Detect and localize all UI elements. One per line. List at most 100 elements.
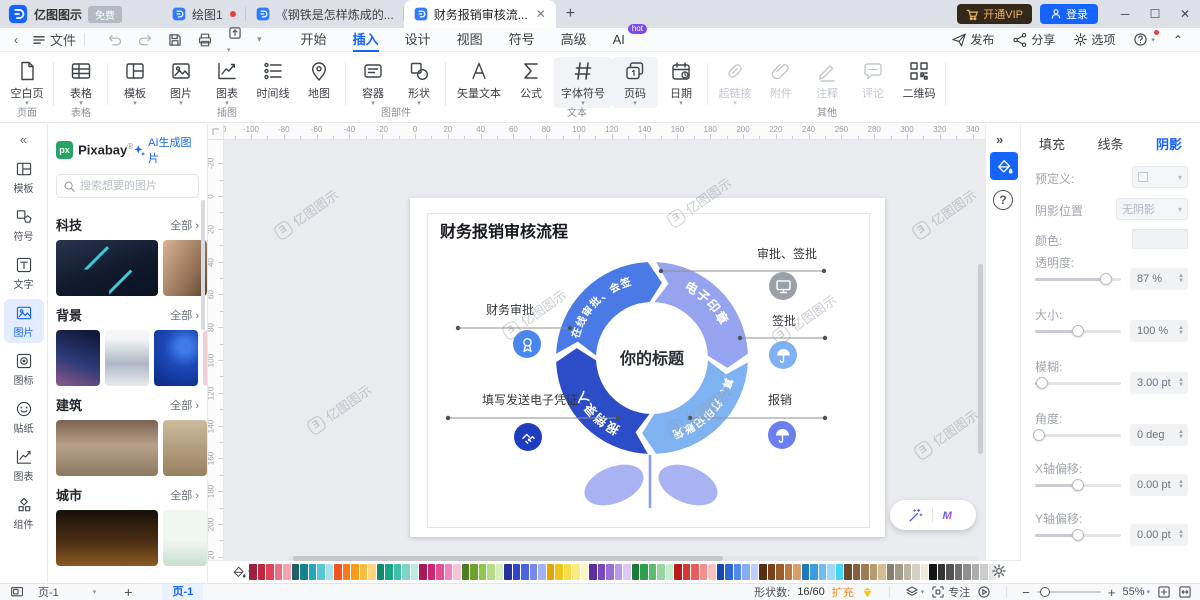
color-swatch[interactable] — [360, 564, 368, 580]
zoom-level-dropdown[interactable]: 55%▾ — [1122, 586, 1150, 598]
export-button[interactable]: ▾ — [227, 25, 243, 55]
slider-track[interactable] — [1035, 278, 1121, 281]
image-thumbnail[interactable] — [203, 330, 207, 386]
slider-knob[interactable] — [1072, 479, 1084, 491]
color-swatch[interactable] — [615, 564, 623, 580]
color-swatch[interactable] — [504, 564, 512, 580]
image-thumbnail[interactable] — [56, 330, 100, 386]
color-swatch[interactable] — [606, 564, 614, 580]
color-swatch[interactable] — [921, 564, 929, 580]
page-tab[interactable]: 页-1 — [162, 584, 203, 600]
color-swatch[interactable] — [742, 564, 750, 580]
callout-label[interactable]: 填写发送电子凭证 — [482, 391, 578, 408]
help-button[interactable]: ▾ — [1126, 32, 1162, 47]
color-swatch[interactable] — [683, 564, 691, 580]
color-swatch[interactable] — [870, 564, 878, 580]
ribbon-button-字体符号[interactable]: 字体符号▾ — [554, 57, 612, 108]
section-more-link[interactable]: 全部 › — [170, 307, 199, 323]
color-swatch[interactable] — [368, 564, 376, 580]
collapse-panel-icon[interactable]: » — [996, 132, 1003, 147]
section-more-link[interactable]: 全部 › — [170, 487, 199, 503]
menu-tab-设计[interactable]: 设计 — [392, 28, 444, 52]
ribbon-button-图片[interactable]: 图片▾ — [158, 57, 204, 108]
vip-button[interactable]: 开通VIP — [957, 4, 1032, 24]
back-icon[interactable]: ‹ — [14, 33, 18, 47]
login-button[interactable]: 登录 — [1040, 4, 1098, 24]
value-box[interactable]: 3.00 pt▲▼ — [1130, 372, 1188, 394]
color-swatch[interactable] — [292, 564, 300, 580]
color-swatch[interactable] — [674, 564, 682, 580]
color-swatch[interactable] — [513, 564, 521, 580]
image-thumbnail[interactable] — [163, 420, 207, 476]
color-swatch[interactable] — [963, 564, 971, 580]
palette-settings-gear-icon[interactable] — [991, 563, 1007, 579]
new-tab-button[interactable]: + — [566, 5, 575, 23]
zoom-out-button[interactable]: − — [1022, 585, 1030, 600]
color-swatch[interactable] — [521, 564, 529, 580]
color-swatch[interactable] — [708, 564, 716, 580]
ribbon-button-模板[interactable]: 模板▾ — [112, 57, 158, 108]
color-swatch[interactable] — [598, 564, 606, 580]
color-swatch[interactable] — [589, 564, 597, 580]
color-swatch[interactable] — [377, 564, 385, 580]
slider-knob[interactable] — [1036, 377, 1048, 389]
section-more-link[interactable]: 全部 › — [170, 397, 199, 413]
color-swatch[interactable] — [938, 564, 946, 580]
color-swatch[interactable] — [691, 564, 699, 580]
slider-track[interactable] — [1035, 534, 1121, 537]
menu-tab-高级[interactable]: 高级 — [548, 28, 600, 52]
color-swatch[interactable] — [470, 564, 478, 580]
callout-label[interactable]: 审批、签批 — [757, 245, 817, 262]
slider-knob[interactable] — [1072, 529, 1084, 541]
slider-track[interactable] — [1035, 484, 1121, 487]
window-close-button[interactable]: ✕ — [1170, 7, 1200, 21]
handshake-icon[interactable] — [514, 423, 542, 451]
value-box[interactable]: 100 %▲▼ — [1130, 320, 1188, 342]
window-minimize-button[interactable]: ─ — [1110, 7, 1140, 21]
collapse-toolbar-icon[interactable]: ▾ — [257, 34, 262, 45]
file-menu[interactable]: 文件 — [32, 30, 76, 49]
ai-generate-link[interactable]: AI生成图片 — [133, 134, 199, 166]
color-swatch[interactable] — [496, 564, 504, 580]
ribbon-button-页码[interactable]: 页码▾ — [612, 57, 658, 108]
umbrella-icon[interactable] — [769, 341, 797, 369]
shadow-color-swatch[interactable] — [1132, 229, 1188, 249]
ribbon-button-公式[interactable]: 公式 — [508, 57, 554, 102]
slider-knob[interactable] — [1033, 429, 1045, 441]
callout-label[interactable]: 签批 — [772, 312, 796, 329]
color-swatch[interactable] — [351, 564, 359, 580]
color-swatch[interactable] — [946, 564, 954, 580]
color-swatch[interactable] — [445, 564, 453, 580]
magic-wand-icon[interactable] — [907, 507, 924, 524]
ribbon-button-地图[interactable]: 地图 — [296, 57, 342, 102]
color-swatch[interactable] — [555, 564, 563, 580]
color-swatch[interactable] — [249, 564, 257, 580]
color-swatch[interactable] — [929, 564, 937, 580]
color-swatch[interactable] — [385, 564, 393, 580]
zoom-slider[interactable] — [1037, 591, 1101, 593]
format-tab-填充[interactable]: 填充 — [1039, 134, 1065, 153]
collapse-panel-icon[interactable]: « — [20, 132, 27, 147]
fill-tool-button[interactable] — [990, 152, 1018, 180]
color-swatch[interactable] — [581, 564, 589, 580]
medal-icon[interactable] — [513, 330, 541, 358]
image-thumbnail[interactable] — [154, 330, 198, 386]
close-tab-icon[interactable]: ✕ — [536, 7, 546, 21]
ribbon-button-表格[interactable]: 表格▾ — [58, 57, 104, 108]
color-swatch[interactable] — [776, 564, 784, 580]
ribbon-button-时间线[interactable]: 时间线 — [250, 57, 296, 102]
image-thumbnail[interactable] — [56, 240, 158, 296]
color-swatch[interactable] — [275, 564, 283, 580]
image-search-box[interactable] — [56, 174, 199, 198]
add-page-button[interactable]: + — [124, 584, 132, 600]
ribbon-button-图表[interactable]: 图表▾ — [204, 57, 250, 108]
sidebar-item-图片[interactable]: 图片 — [4, 299, 44, 343]
color-swatch[interactable] — [649, 564, 657, 580]
color-swatch[interactable] — [530, 564, 538, 580]
canvas-horizontal-scrollbar-thumb[interactable] — [293, 556, 723, 561]
color-swatch[interactable] — [819, 564, 827, 580]
color-swatch[interactable] — [394, 564, 402, 580]
sidebar-item-符号[interactable]: 符号 — [4, 203, 44, 247]
color-swatch[interactable] — [904, 564, 912, 580]
color-swatch[interactable] — [436, 564, 444, 580]
